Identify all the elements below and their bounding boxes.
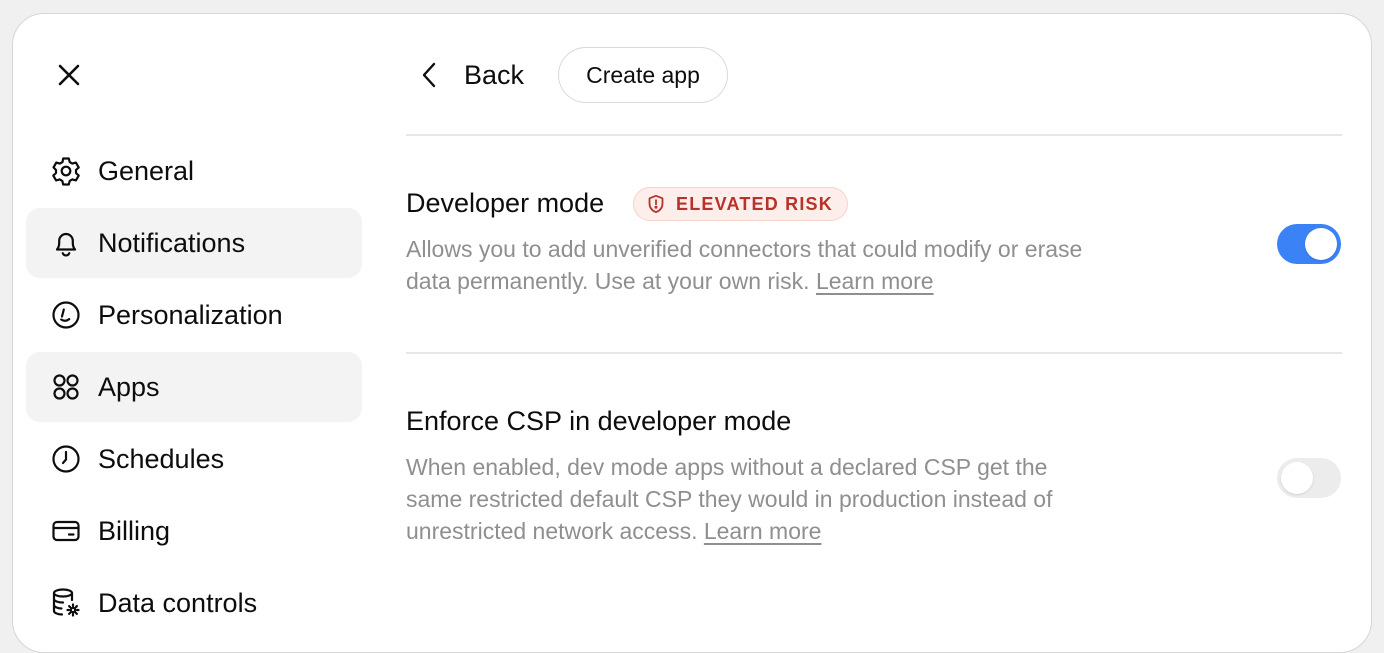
sidebar-item-label: Data controls (98, 588, 258, 618)
shield-alert-icon (646, 194, 666, 214)
developer-mode-description: Allows you to add unverified connectors … (406, 233, 1096, 297)
close-icon (58, 64, 80, 86)
apps-grid-icon (48, 369, 84, 405)
elevated-risk-badge: ELEVATED RISK (633, 187, 848, 221)
sidebar-item-schedules[interactable]: Schedules (26, 423, 362, 495)
sidebar-item-label: Personalization (98, 300, 283, 330)
badge-label: ELEVATED RISK (676, 193, 833, 214)
toggle-knob (1305, 228, 1337, 260)
sidebar-item-general[interactable]: General (26, 135, 362, 207)
enforce-csp-title: Enforce CSP in developer mode (406, 406, 792, 436)
sidebar-item-personalization[interactable]: Personalization (26, 279, 362, 351)
toggle-knob (1281, 462, 1313, 494)
sidebar-item-label: General (98, 156, 195, 186)
sidebar-item-billing[interactable]: Billing (26, 495, 362, 567)
enforce-csp-description: When enabled, dev mode apps without a de… (406, 451, 1096, 547)
learn-more-link[interactable]: Learn more (704, 518, 822, 544)
developer-mode-title: Developer mode (406, 188, 605, 218)
learn-more-link[interactable]: Learn more (816, 268, 934, 294)
back-label: Back (464, 59, 525, 90)
page-header: Back Create app (406, 47, 1346, 103)
credit-card-icon (48, 513, 84, 549)
bell-icon (48, 225, 84, 261)
divider (406, 352, 1342, 354)
personalization-icon (48, 297, 84, 333)
sidebar-item-data-controls[interactable]: Data controls (26, 567, 362, 639)
sidebar-item-label: Schedules (98, 444, 225, 474)
developer-mode-toggle[interactable] (1277, 224, 1341, 264)
back-button[interactable]: Back (406, 47, 524, 103)
sidebar-item-label: Billing (98, 516, 171, 546)
chevron-left-icon (412, 57, 448, 93)
enforce-csp-toggle[interactable] (1277, 458, 1341, 498)
description-text: Allows you to add unverified connectors … (406, 236, 1083, 294)
close-button[interactable] (51, 57, 87, 93)
settings-modal: General Notifications Personalization Ap… (12, 13, 1372, 653)
sidebar-item-apps[interactable]: Apps (26, 352, 362, 422)
clock-icon (48, 441, 84, 477)
sidebar-item-label: Notifications (98, 228, 246, 258)
settings-sidebar: General Notifications Personalization Ap… (26, 135, 362, 639)
sidebar-item-notifications[interactable]: Notifications (26, 208, 362, 278)
divider (406, 134, 1342, 136)
database-gear-icon (48, 585, 84, 621)
gear-icon (48, 153, 84, 189)
create-app-button[interactable]: Create app (558, 47, 728, 103)
sidebar-item-label: Apps (98, 372, 160, 402)
